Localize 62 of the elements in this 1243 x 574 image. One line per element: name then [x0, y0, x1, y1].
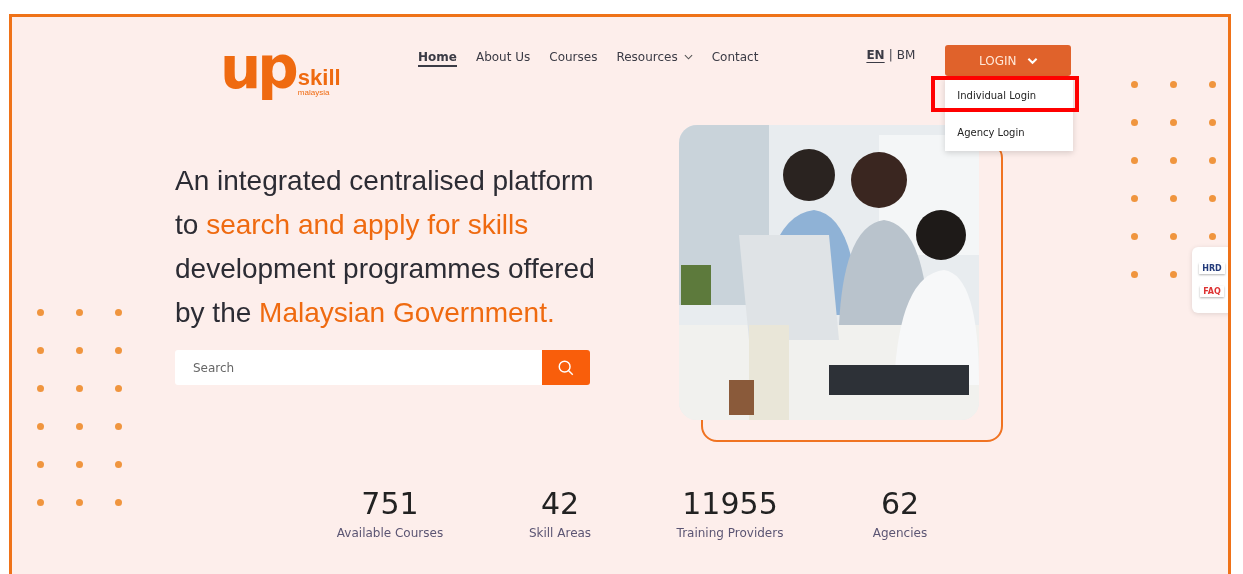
dot	[115, 461, 122, 468]
dot	[115, 347, 122, 354]
nav-link[interactable]: Resources	[616, 50, 693, 67]
dot	[37, 347, 44, 354]
dot	[37, 499, 44, 506]
dot	[76, 385, 83, 392]
dot	[1209, 119, 1216, 126]
dot	[115, 423, 122, 430]
dot	[76, 347, 83, 354]
dot	[37, 309, 44, 316]
dot	[1131, 81, 1138, 88]
dot	[37, 461, 44, 468]
dot	[1131, 119, 1138, 126]
headline: An integrated centralised platform to search and apply for skills development programmes offered by the Malaysian Government.	[175, 164, 596, 330]
stat-label: Training Providers	[675, 526, 785, 540]
language-link[interactable]: EN	[866, 48, 885, 62]
dot	[37, 423, 44, 430]
stat-value: 11955	[681, 487, 779, 520]
nav-link[interactable]: Contact	[711, 50, 759, 67]
nav-link[interactable]: Home	[418, 50, 457, 67]
dot	[115, 309, 122, 316]
dot	[115, 499, 122, 506]
dot	[1170, 157, 1177, 164]
dot	[1209, 233, 1216, 240]
dot	[1170, 271, 1177, 278]
dot	[76, 423, 83, 430]
dot	[1170, 233, 1177, 240]
hrd-link[interactable]: HRD	[1199, 263, 1225, 274]
dot	[76, 309, 83, 316]
stat-value: 42	[539, 487, 581, 520]
dot	[76, 461, 83, 468]
stat-label: Available Courses	[335, 526, 445, 540]
dot	[1131, 157, 1138, 164]
stat-label: Skill Areas	[527, 526, 593, 540]
dot	[1131, 233, 1138, 240]
stat-value: 751	[360, 487, 420, 520]
dot	[1131, 195, 1138, 202]
dot	[1209, 195, 1216, 202]
nav-link[interactable]: About Us	[475, 50, 531, 67]
dot	[1170, 81, 1177, 88]
dot	[115, 385, 122, 392]
menu-item[interactable]: Agency Login	[945, 120, 1074, 145]
faq-link[interactable]: FAQ	[1200, 286, 1224, 297]
search-field[interactable]: Search	[175, 350, 542, 385]
nav-link[interactable]: Courses	[549, 50, 598, 67]
dot	[1131, 271, 1138, 278]
chevron-down-icon	[1026, 56, 1038, 65]
dot	[37, 385, 44, 392]
search-button[interactable]	[542, 350, 590, 385]
menu-item[interactable]: Individual Login	[945, 83, 1074, 108]
dot	[1209, 81, 1216, 88]
search-icon	[557, 358, 575, 377]
logo-subtitle: malaysia	[297, 89, 331, 97]
language-separator: |	[888, 48, 893, 62]
dot	[1170, 195, 1177, 202]
language-link[interactable]: BM	[896, 48, 916, 62]
logo-name: skill	[297, 67, 341, 89]
dot	[76, 499, 83, 506]
dot	[1209, 157, 1216, 164]
stat-value: 62	[879, 487, 921, 520]
dot	[1170, 119, 1177, 126]
stat-label: Agencies	[871, 526, 929, 540]
